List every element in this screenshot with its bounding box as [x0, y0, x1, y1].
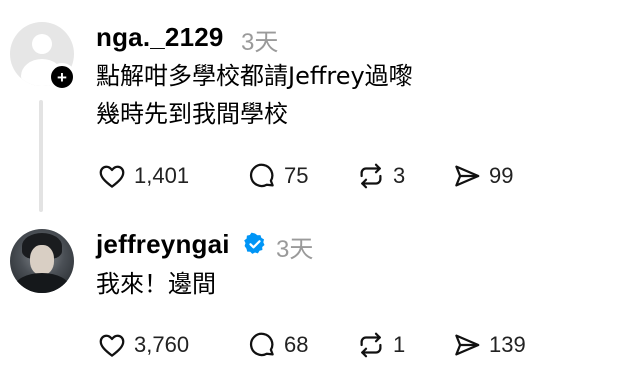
heart-icon	[99, 165, 125, 188]
reply-button[interactable]: 75	[247, 161, 308, 191]
like-count: 3,760	[134, 332, 190, 357]
thread-line	[39, 100, 43, 212]
avatar-face-shape	[30, 245, 54, 275]
reply-count: 68	[284, 332, 309, 357]
avatar-photo[interactable]	[10, 229, 74, 293]
like-button[interactable]: 3,760	[97, 330, 189, 360]
repost-icon	[360, 163, 382, 189]
repost-count: 1	[393, 332, 406, 357]
comment-2-time: 3天	[276, 236, 314, 263]
share-count: 99	[489, 163, 514, 188]
comment-1-text-line-1: 點解咁多學校都請Jeffrey過嚟	[96, 62, 413, 90]
repost-count: 3	[393, 163, 406, 188]
avatar-shoulders-shape	[14, 273, 70, 293]
reply-count: 75	[284, 163, 309, 188]
like-button[interactable]: 1,401	[97, 161, 189, 191]
share-icon	[455, 165, 480, 187]
comment-icon	[249, 163, 274, 188]
repost-button[interactable]: 3	[356, 161, 405, 191]
comment-2-username[interactable]: jeffreyngai	[96, 229, 230, 260]
share-button[interactable]: 139	[452, 330, 526, 360]
like-count: 1,401	[134, 163, 190, 188]
share-count: 139	[489, 332, 526, 357]
share-icon	[455, 334, 480, 356]
reply-button[interactable]: 68	[247, 330, 308, 360]
plus-icon[interactable]: +	[48, 63, 76, 91]
verified-icon	[244, 232, 265, 254]
avatar-head-shape	[32, 34, 52, 54]
comment-1-text-line-2: 幾時先到我間學校	[96, 100, 288, 128]
heart-icon	[99, 334, 125, 357]
repost-icon	[360, 332, 382, 358]
comment-2-text-line-1: 我來！邊間	[96, 270, 216, 298]
comment-1-time: 3天	[241, 29, 279, 56]
comment-1-username[interactable]: nga._2129	[96, 22, 224, 53]
comment-thread: + nga._2129 3天 點解咁多學校都請Jeffrey過嚟 幾時先到我間學…	[0, 0, 644, 392]
share-button[interactable]: 99	[452, 161, 513, 191]
comment-icon	[249, 332, 274, 357]
repost-button[interactable]: 1	[356, 330, 405, 360]
